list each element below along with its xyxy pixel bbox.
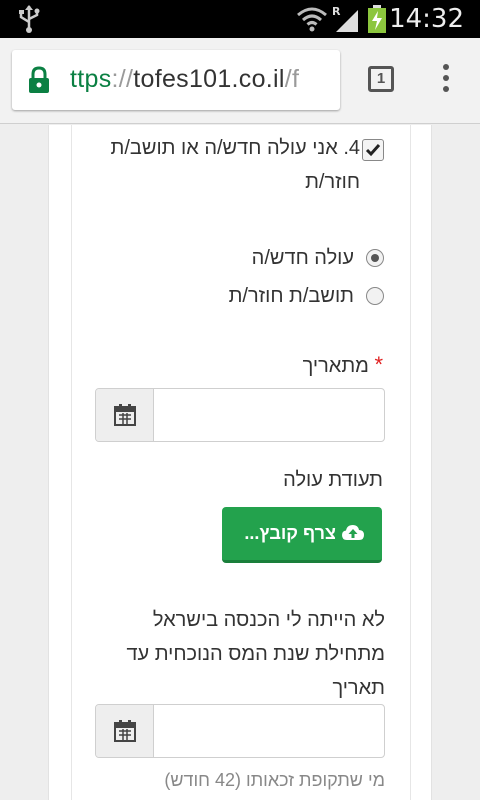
calendar-icon: [114, 720, 136, 742]
from-date-field[interactable]: [95, 388, 385, 442]
new-immigrant-checkbox-label[interactable]: 4. אני עולה חדש/ה או תושב/ת חוזר/ת: [90, 131, 361, 199]
cloud-upload-icon: [342, 525, 364, 540]
required-mark: *: [374, 352, 383, 377]
url-scheme: ttps: [70, 65, 112, 93]
battery-charging-icon: [368, 5, 386, 33]
certificate-label: תעודת עולה: [283, 469, 383, 491]
attach-file-button-label: צרף קובץ...: [244, 523, 336, 543]
radio-new-immigrant[interactable]: [366, 249, 384, 267]
from-date-label: * מתאריך: [303, 348, 383, 383]
radio-returning-resident-label[interactable]: תושב/ת חוזר/ת: [229, 279, 354, 313]
url-separator: ://: [111, 65, 134, 93]
url-host: tofes101.co.il: [133, 65, 285, 93]
lock-icon: [29, 66, 49, 93]
menu-icon[interactable]: [436, 64, 456, 98]
calendar-button[interactable]: [96, 705, 154, 757]
no-income-date-value[interactable]: [162, 705, 374, 757]
checkmark-icon: [365, 144, 381, 157]
url-text[interactable]: ttps://tofes101.co.il/f: [70, 64, 299, 94]
radio-returning-resident[interactable]: [366, 287, 384, 305]
browser-toolbar: ttps://tofes101.co.il/f 1: [0, 38, 480, 124]
from-date-value[interactable]: [162, 389, 374, 441]
tab-switcher-button[interactable]: 1: [368, 66, 394, 92]
radio-new-immigrant-label[interactable]: עולה חדש/ה: [252, 241, 354, 275]
signal-icon: R: [332, 5, 358, 32]
no-income-statement: לא הייתה לי הכנסה בישראל מתחילת שנת המס …: [126, 609, 385, 699]
new-immigrant-checkbox[interactable]: [362, 139, 384, 161]
url-path: /f: [284, 65, 300, 93]
usb-icon: [19, 5, 40, 33]
wifi-icon: [297, 7, 327, 32]
status-bar: R 14:32: [0, 0, 480, 38]
status-time: 14:32: [389, 4, 464, 34]
calendar-icon: [114, 404, 136, 426]
eligibility-hint: מי שתקופת זכאותו (42 חודש): [164, 770, 385, 790]
address-bar[interactable]: ttps://tofes101.co.il/f: [12, 50, 340, 110]
network-label: R: [332, 5, 341, 18]
no-income-date-field[interactable]: [95, 704, 385, 758]
calendar-button[interactable]: [96, 389, 154, 441]
attach-file-button[interactable]: צרף קובץ...: [222, 507, 382, 563]
from-date-label-text: מתאריך: [302, 355, 369, 377]
